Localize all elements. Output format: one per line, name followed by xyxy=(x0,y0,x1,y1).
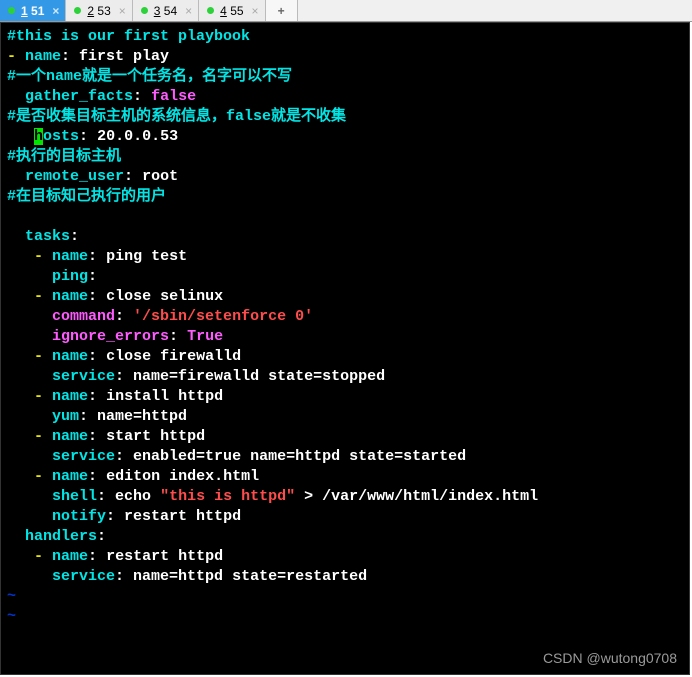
value: ping test xyxy=(106,248,187,265)
key: tasks xyxy=(25,228,70,245)
close-icon[interactable]: × xyxy=(119,4,126,18)
value: > /var/www/html/index.html xyxy=(295,488,538,505)
value: echo xyxy=(115,488,160,505)
list-dash: - xyxy=(7,48,25,65)
comment: #this is our first playbook xyxy=(7,28,250,45)
cursor: h xyxy=(34,128,43,145)
value: 20.0.0.53 xyxy=(97,128,178,145)
watermark: CSDN @wutong0708 xyxy=(543,648,677,668)
comment: #是否收集目标主机的系统信息，false就是不收集 xyxy=(7,108,346,125)
value: false xyxy=(151,88,196,105)
key: handlers xyxy=(25,528,97,545)
comment: #执行的目标主机 xyxy=(7,148,121,165)
comment: #一个name就是一个任务名，名字可以不写 xyxy=(7,68,292,85)
value: enabled=true name=httpd state=started xyxy=(133,448,466,465)
key: name xyxy=(25,48,61,65)
tab-1[interactable]: 1 51 × xyxy=(0,0,66,21)
value: name=httpd xyxy=(97,408,187,425)
close-icon[interactable]: × xyxy=(185,4,192,18)
key: service xyxy=(52,568,115,585)
close-icon[interactable]: × xyxy=(252,4,259,18)
value: close firewalld xyxy=(106,348,241,365)
key: notify xyxy=(52,508,106,525)
key: gather_facts xyxy=(25,88,133,105)
value: '/sbin/setenforce 0' xyxy=(133,308,313,325)
key: service xyxy=(52,448,115,465)
tilde-line: ~ xyxy=(7,588,16,605)
tab-label: 2 53 xyxy=(87,4,110,18)
tab-3[interactable]: 3 54 × xyxy=(133,0,199,21)
tab-2[interactable]: 2 53 × xyxy=(66,0,132,21)
value: editon index.html xyxy=(106,468,259,485)
value: restart httpd xyxy=(106,548,223,565)
key: service xyxy=(52,368,115,385)
tab-4[interactable]: 4 55 × xyxy=(199,0,265,21)
tilde-line: ~ xyxy=(7,608,16,625)
value: root xyxy=(142,168,178,185)
key: ping xyxy=(52,268,88,285)
tab-label: 1 51 xyxy=(21,4,44,18)
tab-label: 3 54 xyxy=(154,4,177,18)
key: command xyxy=(52,308,115,325)
dot-icon xyxy=(74,7,81,14)
value: start httpd xyxy=(106,428,205,445)
key: shell xyxy=(52,488,97,505)
comment: #在目标知己执行的用户 xyxy=(7,188,166,205)
dot-icon xyxy=(141,7,148,14)
value: first play xyxy=(79,48,169,65)
add-tab-button[interactable]: + xyxy=(266,0,298,21)
key: yum xyxy=(52,408,79,425)
code-editor[interactable]: #this is our first playbook - name: firs… xyxy=(0,22,690,675)
value: True xyxy=(187,328,223,345)
tab-label: 4 55 xyxy=(220,4,243,18)
dot-icon xyxy=(207,7,214,14)
string: "this is httpd" xyxy=(160,488,295,505)
key: osts xyxy=(43,128,79,145)
value: name=firewalld state=stopped xyxy=(133,368,385,385)
value: restart httpd xyxy=(124,508,241,525)
dot-icon xyxy=(8,7,15,14)
key: remote_user xyxy=(25,168,124,185)
value: close selinux xyxy=(106,288,223,305)
key: ignore_errors xyxy=(52,328,169,345)
value: name=httpd state=restarted xyxy=(133,568,367,585)
value: install httpd xyxy=(106,388,223,405)
tab-bar: 1 51 × 2 53 × 3 54 × 4 55 × + xyxy=(0,0,692,22)
close-icon[interactable]: × xyxy=(52,4,59,18)
